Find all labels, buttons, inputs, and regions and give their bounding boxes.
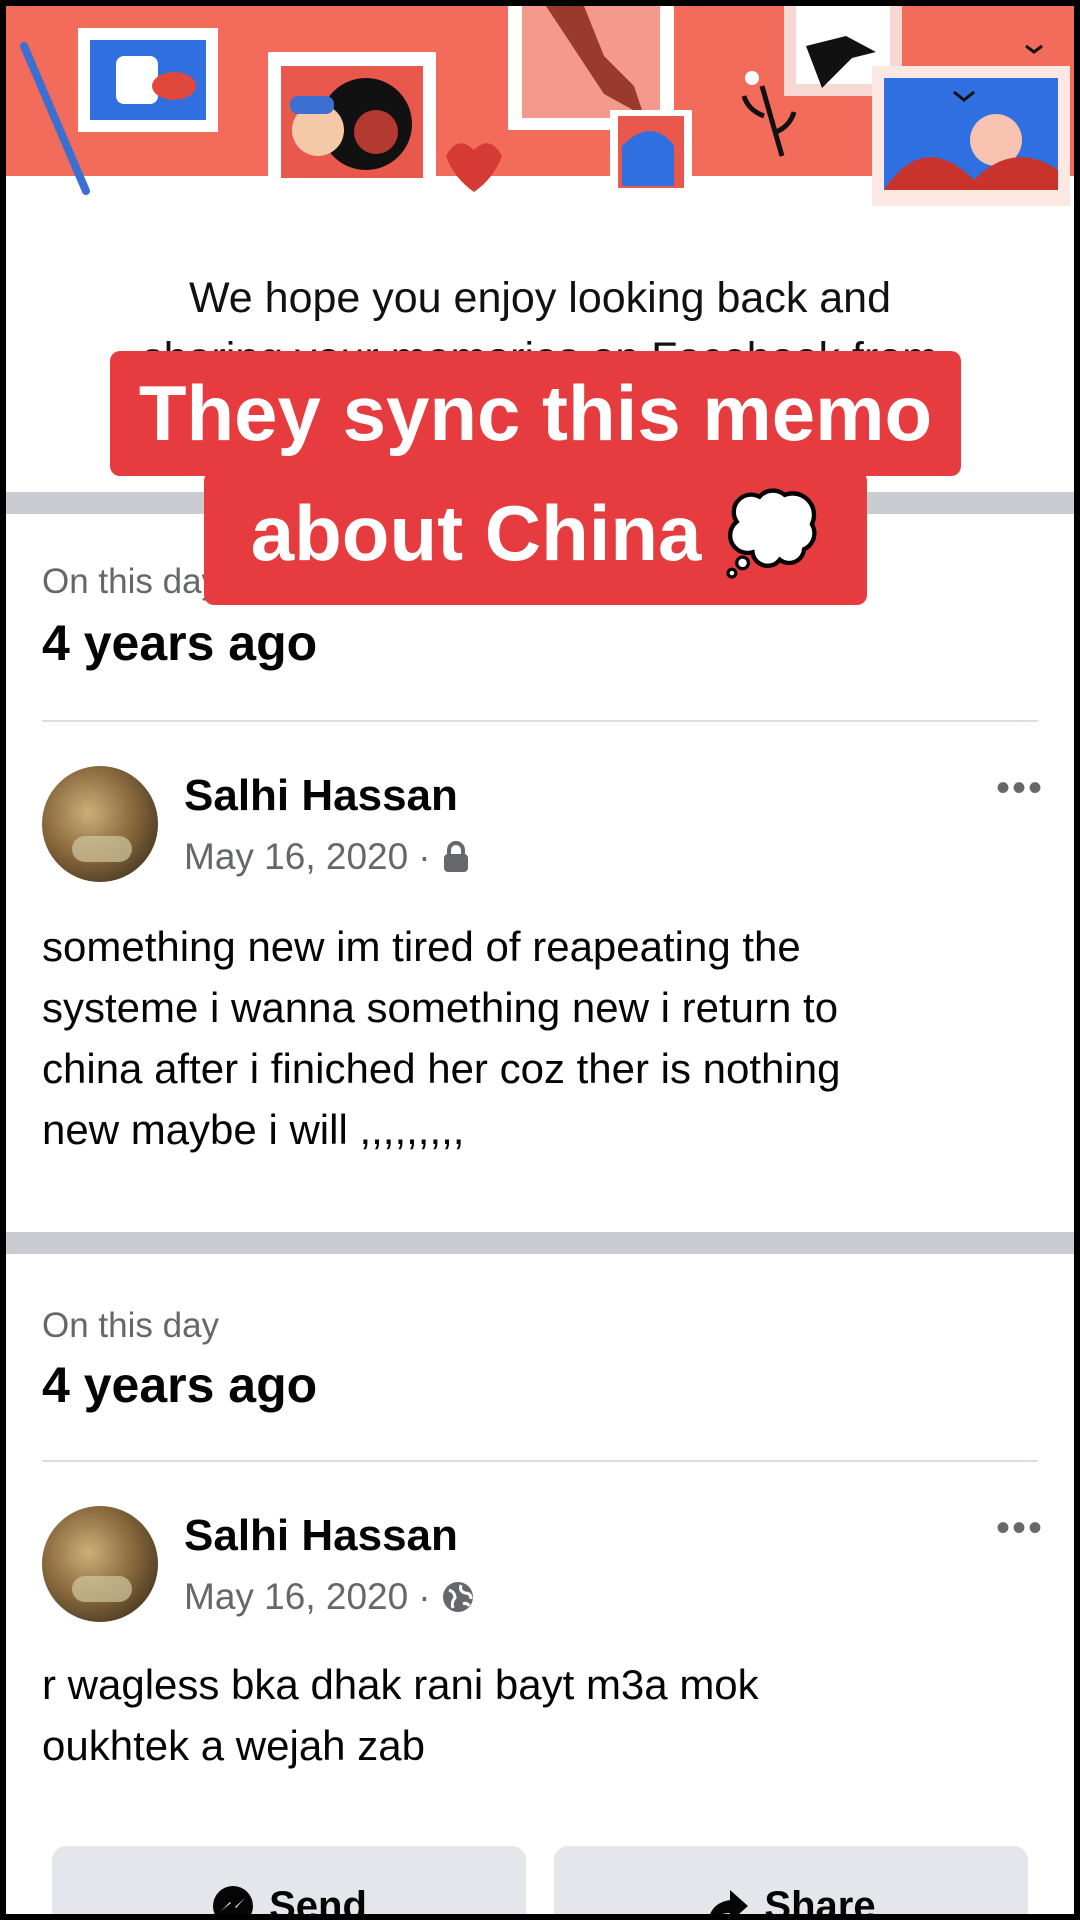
section-divider <box>6 1232 1074 1254</box>
memories-banner-illustration <box>6 6 1074 206</box>
memory-title: 4 years ago <box>42 1357 318 1413</box>
memory-title: 4 years ago <box>42 615 318 671</box>
video-caption-line-2: about China 💭 <box>204 471 867 605</box>
intro-line-1: We hope you enjoy looking back and <box>188 274 892 322</box>
globe-icon <box>442 1582 473 1612</box>
avatar[interactable] <box>42 766 158 882</box>
send-button-label: Send <box>269 1884 367 1914</box>
messenger-icon <box>213 1886 254 1914</box>
lock-icon <box>443 841 468 872</box>
video-caption-line-1: They sync this memo <box>110 351 961 476</box>
post-meta: May 16, 2020 · <box>184 1576 475 1618</box>
post-text-line: china after i finiched her coz ther is n… <box>42 1045 841 1092</box>
share-button-label: Share <box>764 1884 876 1914</box>
post-text: something new im tired of reapeating the… <box>42 916 1042 1160</box>
avatar[interactable] <box>42 1506 158 1622</box>
share-button[interactable]: Share <box>554 1846 1028 1914</box>
memory-label: On this day <box>42 562 220 601</box>
post-author[interactable]: Salhi Hassan <box>184 1511 458 1561</box>
memory-separator <box>42 720 1038 722</box>
post-date[interactable]: May 16, 2020 <box>184 836 408 878</box>
memory-separator <box>42 1460 1038 1462</box>
post-text-line: oukhtek a wejah zab <box>42 1722 425 1769</box>
post-text-line: r wagless bka dhak rani bayt m3a mok <box>42 1661 759 1708</box>
post-text-line: systeme i wanna something new i return t… <box>42 984 839 1031</box>
memories-screen: We hope you enjoy looking back and shari… <box>6 6 1074 1914</box>
post-text-line: something new im tired of reapeating the <box>42 923 801 970</box>
share-arrow-icon <box>710 1890 749 1914</box>
more-options-button[interactable]: ••• <box>996 1508 1044 1548</box>
post-meta: May 16, 2020 · <box>184 836 471 878</box>
post-text: r wagless bka dhak rani bayt m3a mok ouk… <box>42 1654 1042 1776</box>
send-button[interactable]: Send <box>52 1846 526 1914</box>
memory-label: On this day <box>42 1306 220 1345</box>
more-options-button[interactable]: ••• <box>996 768 1044 808</box>
post-date[interactable]: May 16, 2020 <box>184 1576 408 1618</box>
post-author[interactable]: Salhi Hassan <box>184 771 458 821</box>
post-text-line: new maybe i will ,,,,,,,,, <box>42 1106 465 1153</box>
banner-art <box>20 6 1070 206</box>
meta-separator: · <box>418 1576 431 1617</box>
meta-separator: · <box>418 836 431 877</box>
